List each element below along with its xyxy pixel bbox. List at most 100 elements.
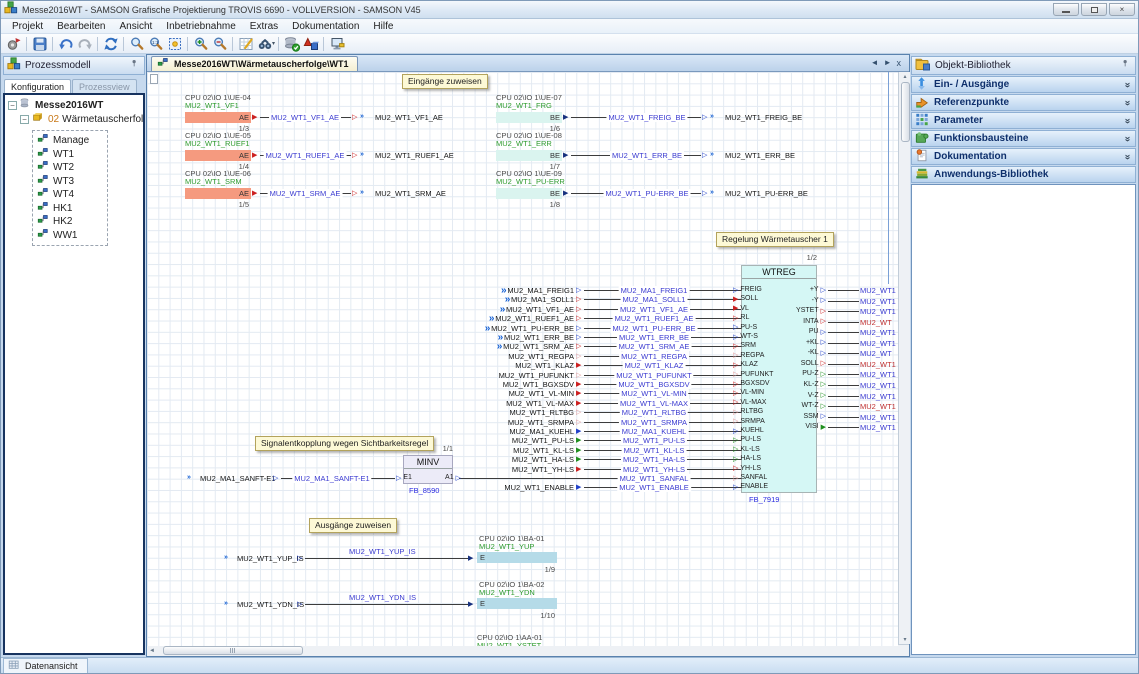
data-view-tab[interactable]: Datenansicht [3, 658, 88, 673]
redo-button[interactable] [75, 35, 94, 53]
wire-label[interactable]: MU2_WT1_RUEF1_AE [613, 314, 696, 323]
project-settings-button[interactable] [4, 35, 23, 53]
chevron-double-icon[interactable]: » [1122, 136, 1133, 141]
chevron-double-icon[interactable]: » [1122, 118, 1133, 123]
wire-label[interactable]: MU2_WT1_VF1_AE [269, 113, 341, 122]
menu-item-dokumentation[interactable]: Dokumentation [285, 20, 366, 33]
scroll-down-icon[interactable]: ▾ [903, 636, 906, 643]
note-controller[interactable]: Regelung Wärmetauscher 1 [716, 232, 834, 247]
wire-label[interactable]: MU2_WT1_ENABLE [617, 483, 691, 492]
wtreg-output-label[interactable]: MU2_WT1 [860, 339, 896, 348]
undo-button[interactable] [56, 35, 75, 53]
wtreg-input-source[interactable]: MU2_WT1_RLTBG [407, 408, 574, 417]
analog-input-block[interactable]: AE [185, 188, 251, 199]
wire-label[interactable]: MU2_WT1_PU-ERR_BE [604, 189, 691, 198]
wire-label[interactable]: MU2_WT1_SRMPA [619, 418, 689, 427]
wtreg-output-label[interactable]: MU2_WT1 [860, 297, 896, 306]
wire-label[interactable]: MU2_MA1_SOLL1 [621, 295, 688, 304]
wire-label[interactable]: MU2_WT1_YUP_IS [349, 547, 416, 556]
refresh-button[interactable] [101, 35, 120, 53]
note-assign-inputs[interactable]: Eingänge zuweisen [402, 74, 488, 89]
chevron-double-icon[interactable]: » [1122, 82, 1133, 87]
tree-item-hk2[interactable]: HK2 [37, 215, 107, 229]
wtreg-output-label[interactable]: MU2_WT1 [860, 370, 896, 379]
wtreg-input-source[interactable]: » MU2_MA1_FREIG1 [407, 286, 574, 295]
minimize-button[interactable] [1053, 3, 1079, 16]
wtreg-input-source[interactable]: MU2_WT1_SRMPA [407, 418, 574, 427]
zoom-fit-button[interactable] [165, 35, 184, 53]
signal-ref-label[interactable]: MU2_WT1_YDN_IS [237, 600, 304, 609]
object-colors-button[interactable] [301, 35, 320, 53]
menu-item-bearbeiten[interactable]: Bearbeiten [50, 20, 112, 33]
close-button[interactable]: × [1109, 3, 1135, 16]
section-funktionsbausteine[interactable]: Funktionsbausteine» [911, 130, 1136, 147]
note-signal-decoupling[interactable]: Signalentkopplung wegen Sichtbarkeitsreg… [255, 436, 434, 451]
wtreg-output-label[interactable]: MU2_WT1 [860, 413, 896, 422]
tree-item-wt3[interactable]: WT3 [37, 175, 107, 189]
wire-label[interactable]: MU2_WT1_YDN_IS [349, 593, 416, 602]
wire-label[interactable]: MU2_WT1_PU-LS [621, 436, 687, 445]
horizontal-scroll-thumb[interactable] [163, 646, 303, 655]
expander-icon[interactable]: − [8, 101, 17, 110]
io-tag[interactable]: MU2_WT1_PU-ERR [496, 177, 565, 186]
wtreg-input-source[interactable]: MU2_MA1_KUEHL [407, 427, 574, 436]
tab-next-icon[interactable]: ► [884, 58, 892, 68]
io-tag[interactable]: MU2_WT1_YSTET [477, 641, 541, 646]
note-assign-outputs[interactable]: Ausgänge zuweisen [309, 518, 397, 533]
wtreg-input-source[interactable]: MU2_WT1_VL-MAX [407, 399, 574, 408]
wire-label[interactable]: MU2_WT1_ERR_BE [610, 151, 684, 160]
tree-item-wt4[interactable]: WT4 [37, 188, 107, 202]
wtreg-input-source[interactable]: » MU2_MA1_SOLL1 [407, 295, 574, 304]
binary-input-block[interactable]: BE [496, 112, 562, 123]
wtreg-output-label[interactable]: MU2_WT1 [860, 286, 896, 295]
diagram-canvas[interactable]: Eingänge zuweisen Regelung Wärmetauscher … [147, 72, 898, 646]
tree-item-wt2[interactable]: WT2 [37, 161, 107, 175]
wire-label[interactable]: MU2_WT1_FREIG_BE [606, 113, 687, 122]
wire-label[interactable]: MU2_MA1_SANFT-E1 [292, 474, 371, 483]
menu-item-extras[interactable]: Extras [243, 20, 285, 33]
analog-input-block[interactable]: AE [185, 150, 251, 161]
wtreg-input-source[interactable]: MU2_WT1_REGPA [407, 352, 574, 361]
signal-ref-label[interactable]: MU2_WT1_ERR_BE [725, 151, 795, 160]
pin-icon[interactable] [1122, 59, 1132, 73]
io-tag[interactable]: MU2_WT1_SRM [185, 177, 242, 186]
wire-label[interactable]: MU2_WT1_SRM_AE [617, 342, 692, 351]
wire-label[interactable]: MU2_WT1_HA-LS [621, 455, 687, 464]
wire-label[interactable]: MU2_WT1_RLTBG [620, 408, 688, 417]
wire-label[interactable]: MU2_WT1_YH-LS [621, 465, 687, 474]
signal-ref-label[interactable]: MU2_WT1_SRM_AE [375, 189, 446, 198]
wtreg-input-source[interactable]: MU2_WT1_HA-LS [407, 455, 574, 464]
wtreg-input-source[interactable]: » MU2_WT1_SRM_AE [407, 342, 574, 351]
menu-item-hilfe[interactable]: Hilfe [366, 20, 400, 33]
signal-ref-label[interactable]: MU2_WT1_VF1_AE [375, 113, 443, 122]
wire-label[interactable]: MU2_WT1_BGXSDV [616, 380, 691, 389]
signal-ref-label[interactable]: MU2_MA1_SANFT-E1 [200, 474, 275, 483]
wire-label[interactable]: MU2_MA1_FREIG1 [619, 286, 690, 295]
binary-input-block[interactable]: BE [496, 150, 562, 161]
save-button[interactable] [30, 35, 49, 53]
binary-input-block[interactable]: BE [496, 188, 562, 199]
wtreg-input-source[interactable]: » MU2_WT1_PU-ERR_BE [407, 324, 574, 333]
scroll-up-icon[interactable]: ▴ [903, 73, 906, 80]
section-ein-ausg-nge[interactable]: Ein- / Ausgänge» [911, 76, 1136, 93]
document-tab[interactable]: Messe2016WT\Wärmetauscherfolge\WT1 [151, 56, 358, 71]
zoom-out-button[interactable] [210, 35, 229, 53]
wire-label[interactable]: MU2_WT1_VL-MAX [618, 399, 690, 408]
wtreg-output-label[interactable]: MU2_WT1 [860, 360, 896, 369]
wtreg-input-source[interactable]: MU2_WT1_KLAZ [407, 361, 574, 370]
tab-prev-icon[interactable]: ◄ [871, 58, 879, 68]
remote-monitor-button[interactable] [327, 35, 346, 53]
menu-item-projekt[interactable]: Projekt [5, 20, 50, 33]
pin-icon[interactable] [131, 59, 141, 73]
wtreg-input-source[interactable]: MU2_WT1_PUFUNKT [407, 371, 574, 380]
io-tag[interactable]: MU2_WT1_ERR [496, 139, 552, 148]
menu-item-inbetriebnahme[interactable]: Inbetriebnahme [159, 20, 243, 33]
io-tag[interactable]: MU2_WT1_VF1 [185, 101, 239, 110]
zoom-100-button[interactable]: 1:1 [146, 35, 165, 53]
wire-label[interactable]: MU2_WT1_VL-MIN [619, 389, 688, 398]
section-dokumentation[interactable]: Dokumentation» [911, 148, 1136, 165]
scroll-left-icon[interactable]: ◄ [149, 648, 155, 654]
dropdown-caret-icon[interactable]: ▾ [272, 40, 275, 47]
vertical-scroll-thumb[interactable] [901, 82, 910, 142]
wire-label[interactable]: MU2_WT1_KL-LS [622, 446, 687, 455]
